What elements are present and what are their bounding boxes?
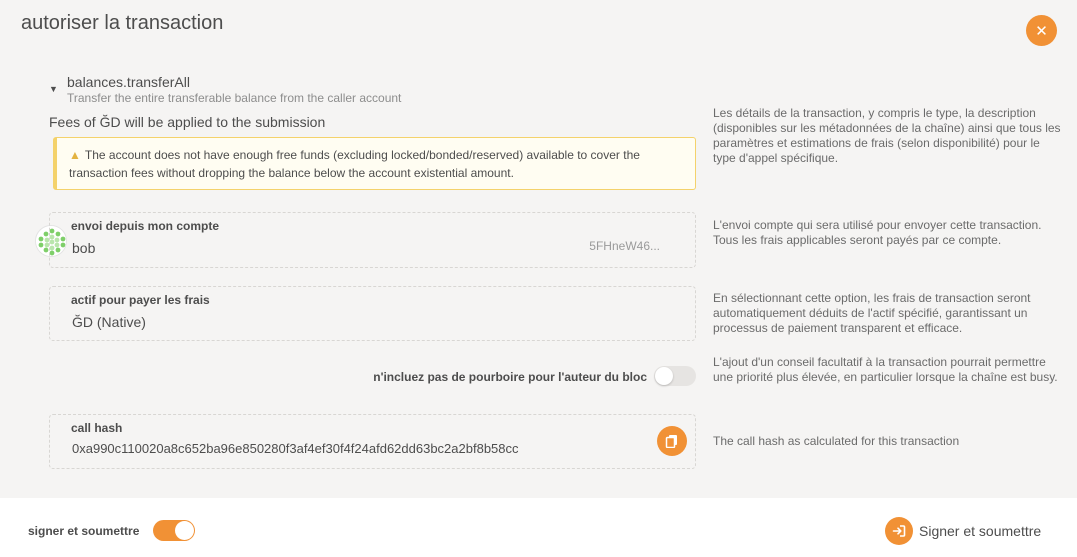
sender-address: 5FHneW46... bbox=[589, 239, 660, 253]
toggle-knob bbox=[175, 521, 194, 540]
help-sender: L'envoi compte qui sera utilisé pour env… bbox=[713, 218, 1042, 247]
sender-name: bob bbox=[72, 240, 96, 256]
asset-field[interactable]: actif pour payer les frais ĞD (Native) bbox=[49, 286, 696, 341]
help-asset: En sélectionnant cette option, les frais… bbox=[713, 291, 1031, 335]
call-name: balances.transferAll bbox=[67, 74, 190, 90]
fees-text: Fees of ĞD will be applied to the submis… bbox=[49, 114, 326, 130]
sign-in-icon bbox=[885, 517, 913, 545]
close-button[interactable]: ✕ bbox=[1026, 15, 1057, 46]
modal-title: autoriser la transaction bbox=[21, 12, 224, 34]
sign-toggle[interactable] bbox=[153, 520, 195, 541]
copy-button[interactable] bbox=[657, 426, 687, 456]
footer: signer et soumettre Signer et soumettre bbox=[0, 498, 1077, 557]
asset-label: actif pour payer les frais bbox=[71, 293, 210, 307]
sender-label: envoi depuis mon compte bbox=[71, 219, 220, 233]
sign-toggle-label: signer et soumettre bbox=[28, 524, 140, 538]
warning-box: ▲ The account does not have enough free f… bbox=[53, 137, 696, 190]
call-details: ▼ balances.transferAll Transfer the enti… bbox=[49, 74, 696, 106]
help-tip: L'ajout d'un conseil facultatif à la tra… bbox=[713, 355, 1058, 384]
help-call-hash: The call hash as calculated for this tra… bbox=[713, 434, 960, 448]
help-details: Les détails de la transaction, y compris… bbox=[713, 106, 1061, 165]
copy-icon bbox=[665, 435, 677, 448]
submit-button[interactable]: Signer et soumettre bbox=[885, 517, 1041, 545]
sender-field[interactable]: envoi depuis mon compte bob 5FHneW46... bbox=[49, 212, 696, 268]
call-hash-value: 0xa990c110020a8c652ba96e850280f3af4ef30f… bbox=[72, 441, 519, 456]
asset-value: ĞD (Native) bbox=[72, 314, 146, 330]
tip-toggle[interactable] bbox=[654, 366, 696, 386]
call-hash-label: call hash bbox=[71, 421, 123, 435]
warning-text: The account does not have enough free fu… bbox=[69, 148, 640, 180]
tip-row: n'incluez pas de pourboire pour l'auteur… bbox=[49, 366, 696, 386]
close-icon: ✕ bbox=[1035, 22, 1048, 40]
chevron-down-icon[interactable]: ▼ bbox=[49, 84, 67, 94]
warning-icon: ▲ bbox=[69, 148, 81, 162]
tip-label: n'incluez pas de pourboire pour l'auteur… bbox=[373, 370, 647, 384]
toggle-knob bbox=[655, 367, 673, 385]
call-hash-field: call hash 0xa990c110020a8c652ba96e850280… bbox=[49, 414, 696, 469]
submit-label: Signer et soumettre bbox=[919, 523, 1042, 539]
call-description: Transfer the entire transferable balance… bbox=[67, 91, 402, 105]
